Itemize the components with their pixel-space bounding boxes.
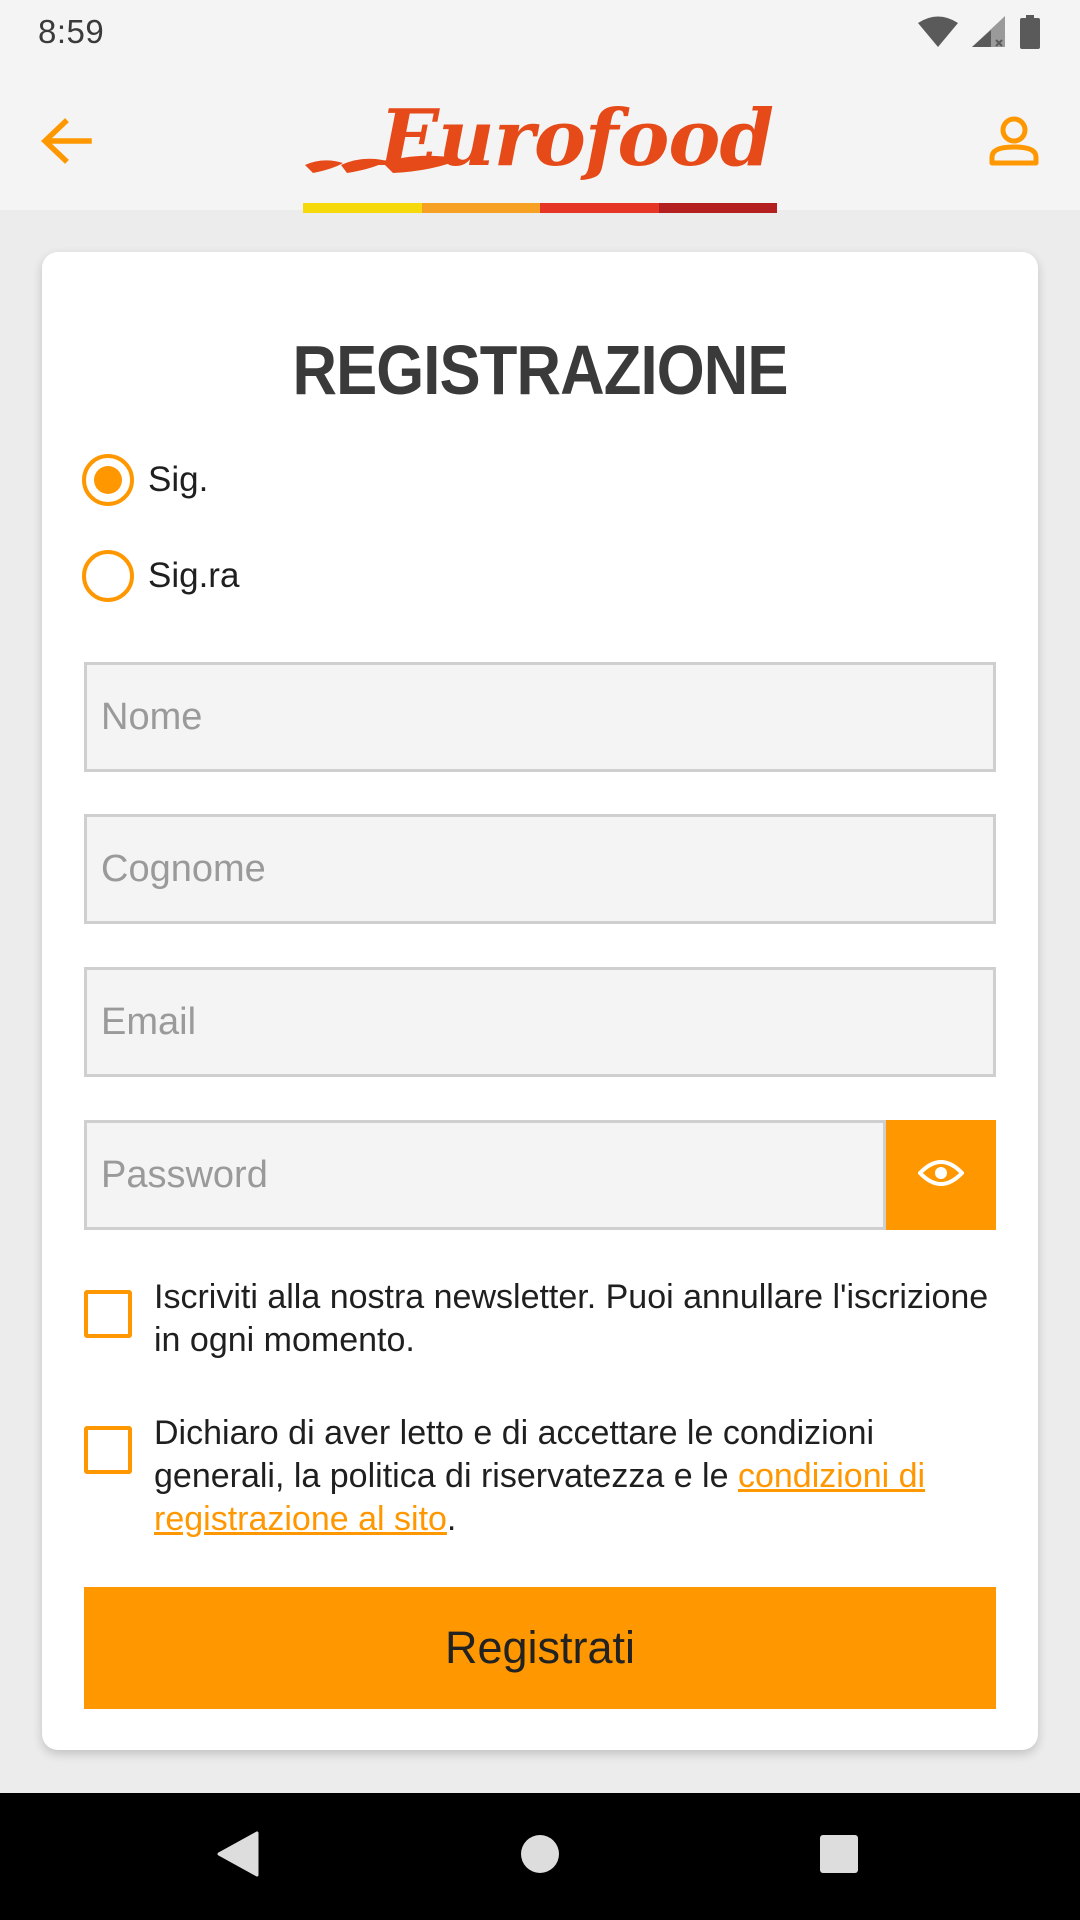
email-input[interactable] (101, 1000, 993, 1044)
show-password-button[interactable] (886, 1120, 996, 1230)
app-header: Eurofood (0, 63, 1080, 213)
radio-dot (94, 466, 122, 494)
terms-row: Dichiaro di aver letto e di accettare le… (84, 1412, 996, 1541)
radio-button-selected[interactable] (82, 454, 134, 506)
newsletter-text: Iscriviti alla nostra newsletter. Puoi a… (154, 1278, 989, 1359)
last-name-input[interactable] (101, 847, 993, 891)
eurofood-logo[interactable]: Eurofood (303, 83, 777, 213)
first-name-input[interactable] (101, 695, 993, 739)
back-triangle-icon (217, 1831, 259, 1882)
terms-checkbox[interactable] (84, 1426, 132, 1474)
radio-label-sig: Sig. (148, 460, 209, 499)
arrow-left-icon (39, 117, 93, 170)
email-field[interactable] (84, 967, 996, 1077)
signal-icon (972, 15, 1006, 48)
page-title: REGISTRAZIONE (292, 331, 788, 409)
password-input[interactable] (101, 1153, 883, 1197)
account-button[interactable] (974, 103, 1054, 183)
wifi-icon (918, 16, 958, 48)
register-button[interactable]: Registrati (84, 1587, 996, 1709)
navigation-bar (0, 1793, 1080, 1920)
status-icons (918, 14, 1040, 49)
first-name-field[interactable] (84, 662, 996, 772)
eye-icon (917, 1157, 965, 1194)
back-button[interactable] (26, 103, 106, 183)
registration-card: REGISTRAZIONE Sig. Sig.ra Iscriviti alla… (42, 252, 1038, 1750)
battery-icon (1020, 14, 1040, 49)
user-icon (988, 115, 1040, 172)
logo-text: Eurofood (379, 93, 774, 184)
newsletter-row: Iscriviti alla nostra newsletter. Puoi a… (84, 1276, 996, 1362)
radio-sig[interactable]: Sig. (82, 450, 208, 510)
logo-stripes (303, 203, 777, 213)
nav-home-button[interactable] (507, 1823, 573, 1889)
last-name-field[interactable] (84, 814, 996, 924)
status-bar: 8:59 (0, 0, 1080, 63)
home-circle-icon (520, 1834, 560, 1879)
nav-recents-button[interactable] (806, 1823, 872, 1889)
terms-text: Dichiaro di aver letto e di accettare le… (154, 1412, 996, 1541)
terms-text-after: . (446, 1500, 457, 1538)
status-time: 8:59 (38, 12, 105, 50)
radio-label-sigra: Sig.ra (148, 556, 240, 595)
radio-sigra[interactable]: Sig.ra (82, 546, 239, 606)
nav-back-button[interactable] (205, 1823, 271, 1889)
radio-button[interactable] (82, 550, 134, 602)
recents-square-icon (819, 1834, 859, 1879)
password-field[interactable] (84, 1120, 886, 1230)
newsletter-checkbox[interactable] (84, 1290, 132, 1338)
